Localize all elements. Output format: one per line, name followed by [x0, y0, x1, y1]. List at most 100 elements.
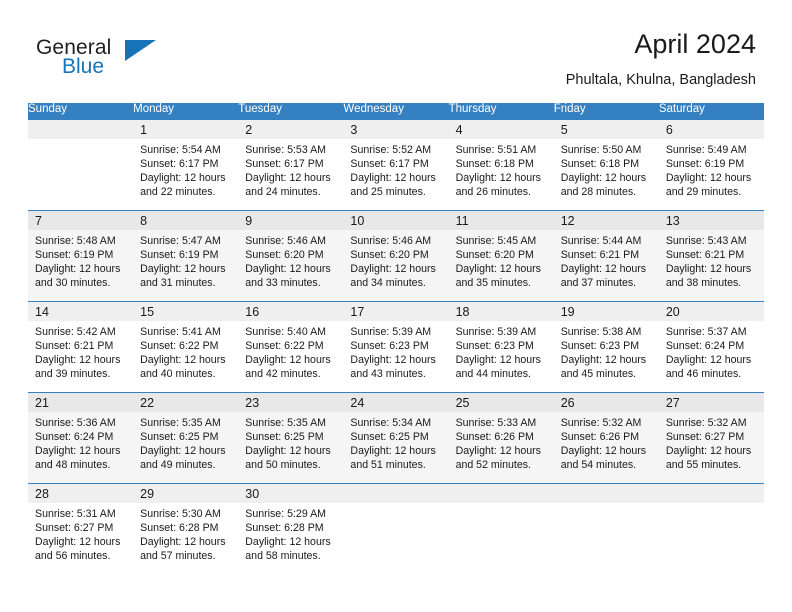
sunset-text: Sunset: 6:20 PM — [350, 248, 429, 261]
day-details: Sunrise: 5:31 AM Sunset: 6:27 PM Daylight:… — [28, 503, 133, 564]
sunrise-text: Sunrise: 5:50 AM — [560, 143, 642, 156]
weekday-header-monday: Monday — [133, 103, 239, 119]
calendar-day-cell[interactable]: 22 Sunrise: 5:35 AM Sunset: 6:25 PM Dayligh… — [133, 392, 239, 483]
sunset-text: Sunset: 6:26 PM — [560, 430, 640, 443]
calendar-day-cell-empty — [448, 483, 554, 574]
day-number: 4 — [448, 119, 554, 139]
day-details: Sunrise: 5:39 AM Sunset: 6:23 PM Daylight:… — [343, 321, 448, 382]
day-details: Sunrise: 5:53 AM Sunset: 6:17 PM Daylight:… — [238, 139, 343, 200]
calendar-day-cell[interactable]: 15 Sunrise: 5:41 AM Sunset: 6:22 PM Dayligh… — [133, 301, 239, 392]
daylight-text-line2: and 51 minutes. — [350, 459, 426, 472]
daylight-text-line2: and 35 minutes. — [455, 277, 531, 290]
daylight-text-line2: and 29 minutes. — [665, 186, 742, 199]
daylight-text-line2: and 38 minutes. — [665, 277, 742, 290]
sunrise-text: Sunrise: 5:39 AM — [455, 325, 537, 338]
calendar-day-cell[interactable]: 25 Sunrise: 5:33 AM Sunset: 6:26 PM Dayligh… — [448, 392, 554, 483]
weekday-header-sunday: Sunday — [28, 103, 134, 119]
calendar-day-cell[interactable]: 11 Sunrise: 5:45 AM Sunset: 6:20 PM Dayligh… — [448, 210, 554, 301]
day-number: 20 — [658, 301, 764, 321]
day-details: Sunrise: 5:44 AM Sunset: 6:21 PM Daylight:… — [554, 230, 659, 291]
day-number: 25 — [448, 392, 554, 412]
calendar-page: General Blue April 2024 Phultala, Khulna… — [0, 0, 792, 612]
weekday-header-friday: Friday — [553, 103, 659, 119]
page-title: April 2024 — [634, 29, 756, 59]
day-details — [28, 139, 133, 143]
calendar-day-cell[interactable]: 4 Sunrise: 5:51 AM Sunset: 6:18 PM Daylight… — [448, 119, 554, 210]
day-details: Sunrise: 5:29 AM Sunset: 6:28 PM Daylight:… — [238, 503, 343, 564]
calendar-day-cell[interactable]: 13 Sunrise: 5:43 AM Sunset: 6:21 PM Dayligh… — [658, 210, 764, 301]
calendar-day-cell[interactable]: 1 Sunrise: 5:54 AM Sunset: 6:17 PM Daylight… — [133, 119, 239, 210]
sunrise-text: Sunrise: 5:39 AM — [350, 325, 432, 338]
day-details: Sunrise: 5:30 AM Sunset: 6:28 PM Daylight:… — [133, 503, 238, 564]
sunrise-text: Sunrise: 5:44 AM — [560, 234, 642, 247]
daylight-text-line1: Daylight: 12 hours — [665, 171, 752, 184]
day-details: Sunrise: 5:38 AM Sunset: 6:23 PM Daylight:… — [554, 321, 659, 382]
calendar-table: Sunday Monday Tuesday Wednesday Thursday Frid… — [28, 103, 764, 574]
calendar-day-cell[interactable]: 9 Sunrise: 5:46 AM Sunset: 6:20 PM Daylight… — [238, 210, 344, 301]
weekday-header-tuesday: Tuesday — [238, 103, 344, 119]
day-details: Sunrise: 5:52 AM Sunset: 6:17 PM Daylight:… — [343, 139, 448, 200]
calendar-day-cell[interactable]: 5 Sunrise: 5:50 AM Sunset: 6:18 PM Daylight… — [553, 119, 659, 210]
calendar-day-cell[interactable]: 23 Sunrise: 5:35 AM Sunset: 6:25 PM Dayligh… — [238, 392, 344, 483]
calendar-day-cell[interactable]: 20 Sunrise: 5:37 AM Sunset: 6:24 PM Dayligh… — [658, 301, 764, 392]
sunset-text: Sunset: 6:17 PM — [350, 157, 429, 170]
calendar-day-cell[interactable]: 10 Sunrise: 5:46 AM Sunset: 6:20 PM Dayligh… — [343, 210, 449, 301]
day-number — [553, 483, 659, 503]
calendar-day-cell[interactable]: 27 Sunrise: 5:32 AM Sunset: 6:27 PM Dayligh… — [658, 392, 764, 483]
sunrise-text: Sunrise: 5:34 AM — [350, 416, 432, 429]
weekday-header-thursday: Thursday — [448, 103, 554, 119]
daylight-text-line1: Daylight: 12 hours — [665, 262, 752, 275]
calendar-day-cell[interactable]: 28 Sunrise: 5:31 AM Sunset: 6:27 PM Dayligh… — [28, 483, 134, 574]
daylight-text-line1: Daylight: 12 hours — [350, 262, 436, 275]
calendar-day-cell[interactable]: 2 Sunrise: 5:53 AM Sunset: 6:17 PM Daylight… — [238, 119, 344, 210]
calendar-day-cell[interactable]: 21 Sunrise: 5:36 AM Sunset: 6:24 PM Dayligh… — [28, 392, 134, 483]
daylight-text-line1: Daylight: 12 hours — [665, 444, 752, 457]
day-number: 1 — [133, 119, 239, 139]
calendar-day-cell[interactable]: 26 Sunrise: 5:32 AM Sunset: 6:26 PM Dayligh… — [553, 392, 659, 483]
calendar-day-cell[interactable]: 16 Sunrise: 5:40 AM Sunset: 6:22 PM Dayligh… — [238, 301, 344, 392]
calendar-day-cell[interactable]: 18 Sunrise: 5:39 AM Sunset: 6:23 PM Dayligh… — [448, 301, 554, 392]
daylight-text-line1: Daylight: 12 hours — [35, 262, 121, 275]
calendar-day-cell[interactable]: 7 Sunrise: 5:48 AM Sunset: 6:19 PM Daylight… — [28, 210, 134, 301]
day-details: Sunrise: 5:51 AM Sunset: 6:18 PM Daylight:… — [449, 139, 554, 200]
day-details: Sunrise: 5:45 AM Sunset: 6:20 PM Daylight:… — [449, 230, 554, 291]
day-number: 9 — [238, 210, 344, 230]
calendar-day-cell[interactable]: 17 Sunrise: 5:39 AM Sunset: 6:23 PM Dayligh… — [343, 301, 449, 392]
sunrise-text: Sunrise: 5:51 AM — [455, 143, 537, 156]
sunset-text: Sunset: 6:22 PM — [140, 339, 219, 352]
calendar-day-cell[interactable]: 29 Sunrise: 5:30 AM Sunset: 6:28 PM Dayligh… — [133, 483, 239, 574]
daylight-text-line2: and 24 minutes. — [245, 186, 321, 199]
calendar-day-cell[interactable]: 8 Sunrise: 5:47 AM Sunset: 6:19 PM Daylight… — [133, 210, 239, 301]
triangle-icon — [125, 40, 156, 61]
sunset-text: Sunset: 6:22 PM — [245, 339, 324, 352]
day-number: 8 — [133, 210, 239, 230]
calendar-day-cell[interactable]: 30 Sunrise: 5:29 AM Sunset: 6:28 PM Dayligh… — [238, 483, 344, 574]
calendar-day-cell[interactable]: 14 Sunrise: 5:42 AM Sunset: 6:21 PM Dayligh… — [28, 301, 134, 392]
calendar-day-cell-empty — [658, 483, 764, 574]
calendar-day-cell[interactable]: 12 Sunrise: 5:44 AM Sunset: 6:21 PM Dayligh… — [553, 210, 659, 301]
sunrise-text: Sunrise: 5:36 AM — [35, 416, 116, 429]
brand-logo[interactable]: General Blue — [36, 36, 236, 84]
calendar-day-cell-empty — [553, 483, 659, 574]
day-details — [659, 503, 764, 507]
daylight-text-line2: and 43 minutes. — [350, 368, 426, 381]
calendar-day-cell[interactable]: 3 Sunrise: 5:52 AM Sunset: 6:17 PM Daylight… — [343, 119, 449, 210]
calendar-day-cell[interactable]: 6 Sunrise: 5:49 AM Sunset: 6:19 PM Daylight… — [658, 119, 764, 210]
sunrise-text: Sunrise: 5:29 AM — [245, 507, 326, 520]
daylight-text-line1: Daylight: 12 hours — [35, 535, 121, 548]
day-details: Sunrise: 5:47 AM Sunset: 6:19 PM Daylight:… — [133, 230, 238, 291]
day-number: 18 — [448, 301, 554, 321]
daylight-text-line1: Daylight: 12 hours — [350, 444, 436, 457]
day-number: 10 — [343, 210, 449, 230]
sunset-text: Sunset: 6:25 PM — [245, 430, 324, 443]
daylight-text-line1: Daylight: 12 hours — [140, 262, 226, 275]
page-subtitle: Phultala, Khulna, Bangladesh — [565, 72, 756, 88]
sunrise-text: Sunrise: 5:53 AM — [245, 143, 326, 156]
day-details: Sunrise: 5:33 AM Sunset: 6:26 PM Daylight:… — [449, 412, 554, 473]
day-number: 14 — [28, 301, 134, 321]
sunrise-text: Sunrise: 5:48 AM — [35, 234, 116, 247]
sunset-text: Sunset: 6:17 PM — [140, 157, 219, 170]
calendar-day-cell[interactable]: 24 Sunrise: 5:34 AM Sunset: 6:25 PM Dayligh… — [343, 392, 449, 483]
calendar-day-cell[interactable]: 19 Sunrise: 5:38 AM Sunset: 6:23 PM Dayligh… — [553, 301, 659, 392]
day-number: 27 — [658, 392, 764, 412]
